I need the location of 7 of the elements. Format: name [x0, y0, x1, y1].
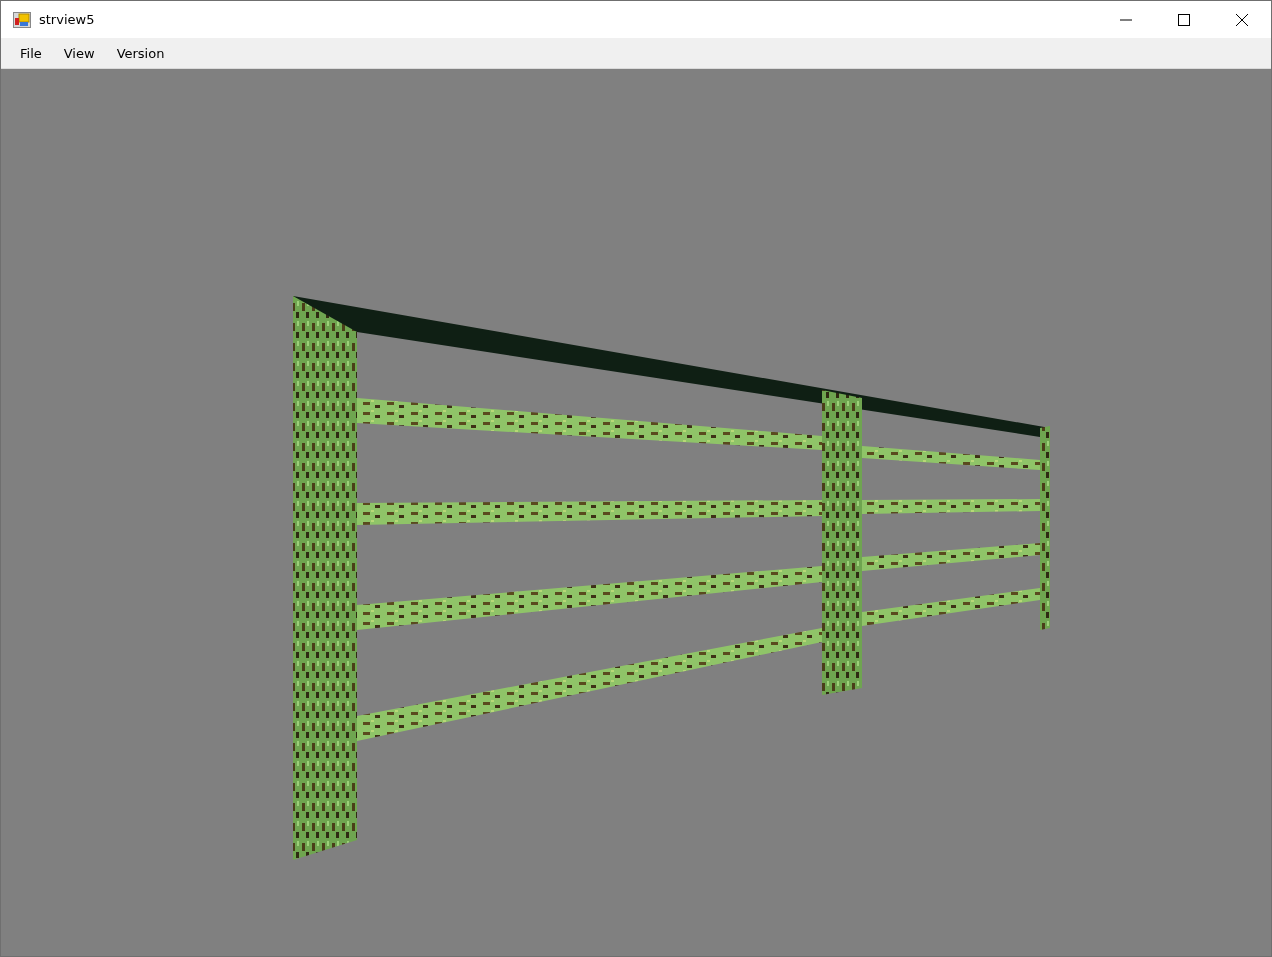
maximize-icon [1178, 13, 1190, 26]
close-icon [1236, 13, 1248, 26]
window-title: strview5 [39, 12, 96, 27]
menu-item[interactable]: View [52, 42, 106, 64]
menu-item[interactable]: File [9, 42, 53, 64]
menu-item[interactable]: Version [105, 42, 176, 64]
app-icon [13, 11, 31, 28]
